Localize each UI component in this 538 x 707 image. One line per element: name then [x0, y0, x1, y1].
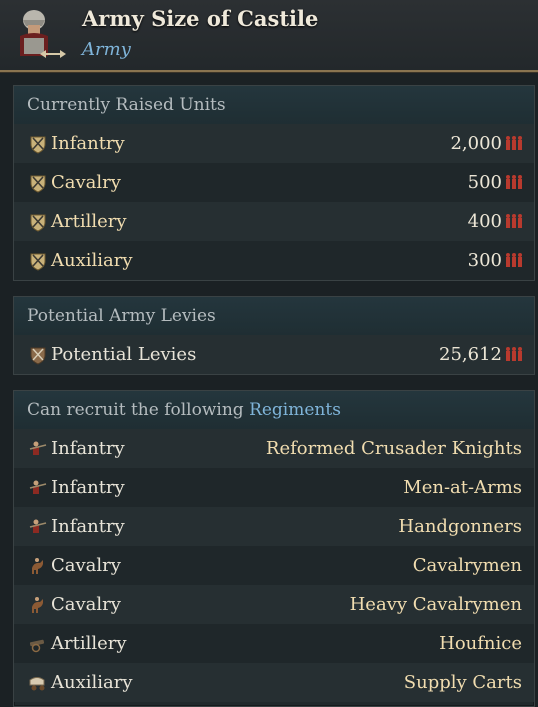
- regiment-name: Heavy Cavalrymen: [349, 594, 522, 615]
- regiment-type: Cavalry: [51, 594, 121, 615]
- men-icon: [506, 175, 522, 189]
- levies-row: Potential Levies 25,612: [14, 335, 534, 374]
- regiment-name: Handgonners: [398, 516, 522, 537]
- raised-label: Cavalry: [51, 172, 121, 193]
- tooltip-header: Army Size of Castile Army: [0, 0, 538, 72]
- raised-value: 300: [467, 250, 502, 271]
- raised-units-panel: Currently Raised Units Infantry 2,000 Ca…: [13, 85, 535, 281]
- regiment-row: Artillery Houfnice: [14, 624, 534, 663]
- regiments-panel: Can recruit the following Regiments Infa…: [13, 390, 535, 707]
- infantry-icon: [29, 519, 47, 533]
- regiment-row: Infantry Men-at-Arms: [14, 468, 534, 507]
- levies-label: Potential Levies: [51, 344, 197, 365]
- regiment-type: Cavalry: [51, 555, 121, 576]
- page-title: Army Size of Castile: [82, 6, 319, 31]
- men-icon: [506, 136, 522, 150]
- supply-cart-icon: [29, 677, 45, 691]
- regiments-heading-text: Can recruit the following: [27, 400, 244, 420]
- levies-heading: Potential Army Levies: [14, 297, 534, 335]
- raised-row-auxiliary: Auxiliary 300: [14, 241, 534, 280]
- shield-swords-icon: [30, 136, 46, 154]
- regiment-type: Infantry: [51, 516, 125, 537]
- regiment-row: Auxiliary Supply Carts: [14, 663, 534, 702]
- regiment-row: Infantry Reformed Crusader Knights: [14, 429, 534, 468]
- regiment-row: Cavalry Cavalrymen: [14, 546, 534, 585]
- regiment-type: Infantry: [51, 477, 125, 498]
- shield-swords-icon: [30, 214, 46, 232]
- regiment-name: Cavalrymen: [412, 555, 522, 576]
- cavalry-icon: [32, 597, 43, 613]
- levies-value: 25,612: [439, 344, 502, 365]
- regiment-row: Cavalry Heavy Cavalrymen: [14, 585, 534, 624]
- levies-panel: Potential Army Levies Potential Levies 2…: [13, 296, 535, 375]
- soldier-helmet-icon: [20, 10, 66, 58]
- raised-row-cavalry: Cavalry 500: [14, 163, 534, 202]
- regiment-type: Artillery: [51, 633, 127, 654]
- raised-value: 400: [467, 211, 502, 232]
- army-subtitle-link[interactable]: Army: [82, 39, 131, 60]
- raised-row-infantry: Infantry 2,000: [14, 124, 534, 163]
- men-icon: [506, 214, 522, 228]
- artillery-icon: [29, 639, 45, 653]
- raised-value: 500: [467, 172, 502, 193]
- infantry-icon: [29, 480, 47, 494]
- regiment-row: Infantry Handgonners: [14, 507, 534, 546]
- raised-row-artillery: Artillery 400: [14, 202, 534, 241]
- regiment-name: Supply Carts: [403, 672, 522, 693]
- raised-label: Artillery: [51, 211, 127, 232]
- regiment-type: Infantry: [51, 438, 125, 459]
- levy-shield-icon: [30, 347, 46, 365]
- cavalry-icon: [32, 558, 43, 574]
- men-icon: [506, 347, 522, 361]
- men-icon: [506, 253, 522, 267]
- regiments-link[interactable]: Regiments: [249, 400, 341, 420]
- raised-units-heading: Currently Raised Units: [14, 86, 534, 124]
- regiment-name: Reformed Crusader Knights: [265, 438, 522, 459]
- regiment-name: Houfnice: [439, 633, 522, 654]
- shield-swords-icon: [30, 175, 46, 193]
- shield-swords-icon: [30, 253, 46, 271]
- raised-label: Infantry: [51, 133, 125, 154]
- regiment-type: Auxiliary: [51, 672, 133, 693]
- infantry-icon: [29, 441, 47, 455]
- regiments-heading: Can recruit the following Regiments: [14, 391, 534, 429]
- raised-label: Auxiliary: [51, 250, 133, 271]
- regiment-name: Men-at-Arms: [403, 477, 522, 498]
- raised-value: 2,000: [450, 133, 502, 154]
